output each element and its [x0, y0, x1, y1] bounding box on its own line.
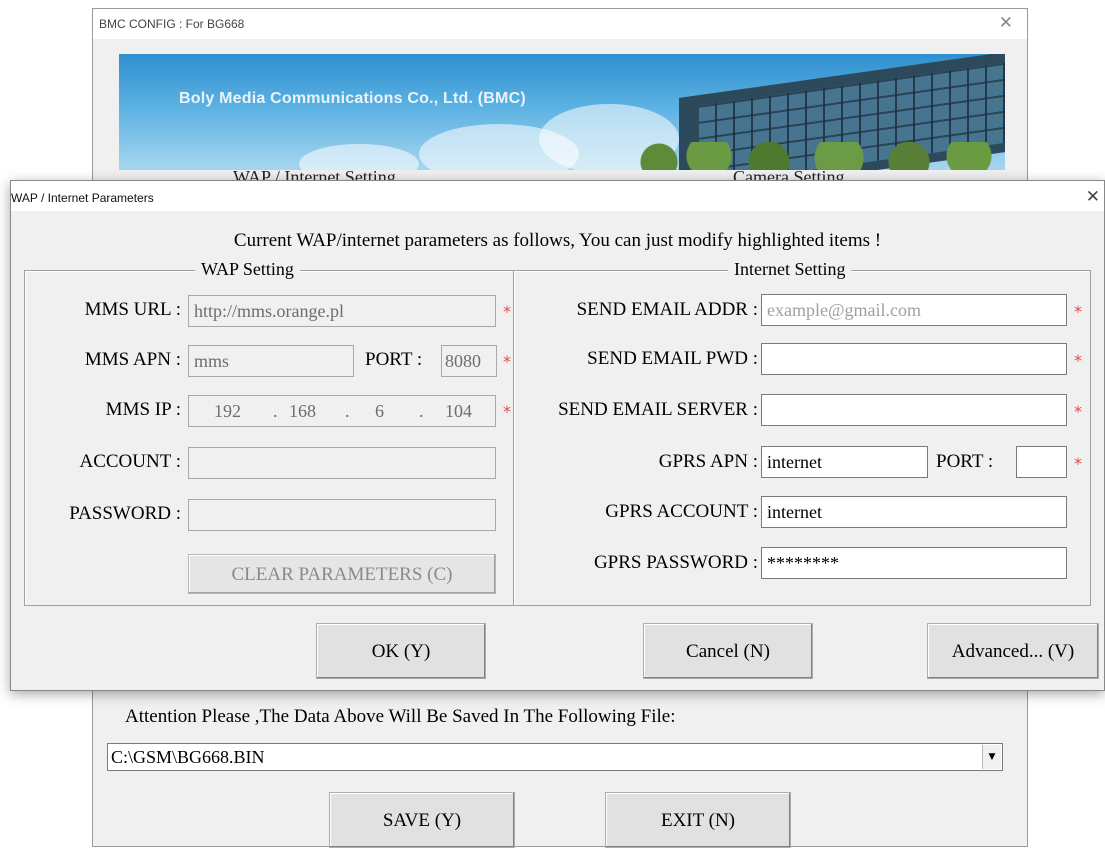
account-field[interactable] [188, 447, 496, 479]
mms-port-label: PORT : [365, 349, 423, 370]
required-marker: * [503, 402, 511, 421]
ip-octet-4: 104 [445, 401, 472, 421]
send-email-addr-input[interactable]: example@gmail.com [761, 294, 1067, 326]
send-email-addr-placeholder: example@gmail.com [767, 300, 922, 320]
gprs-password-label: GPRS PASSWORD : [593, 552, 758, 573]
mms-url-label: MMS URL : [84, 299, 181, 320]
gprs-port-input[interactable] [1016, 446, 1067, 478]
banner-company-name: Boly Media Communications Co., Ltd. (BMC… [179, 90, 526, 107]
mms-ip-label: MMS IP : [105, 399, 181, 420]
gprs-account-label: GPRS ACCOUNT : [605, 501, 758, 522]
ip-octet-2: 168 [289, 401, 316, 421]
internet-setting-legend: Internet Setting [728, 259, 852, 280]
mms-apn-field[interactable]: mms [188, 345, 354, 377]
mms-url-field[interactable]: http://mms.orange.pl [188, 295, 496, 327]
ip-separator: . [419, 401, 424, 421]
dialog-instruction: Current WAP/internet parameters as follo… [233, 230, 882, 251]
close-icon[interactable]: ✕ [1086, 187, 1100, 207]
dialog-title: WAP / Internet Parameters [11, 191, 154, 205]
mms-apn-label: MMS APN : [84, 349, 181, 370]
wap-setting-legend: WAP Setting [195, 259, 300, 280]
required-marker: * [503, 352, 511, 371]
ok-button[interactable]: OK (Y) [316, 623, 486, 679]
required-marker: * [1074, 454, 1082, 473]
main-titlebar: BMC CONFIG : For BG668 ✕ [93, 9, 1027, 39]
gprs-apn-input[interactable]: internet [761, 446, 928, 478]
required-marker: * [1074, 351, 1082, 370]
required-marker: * [1074, 402, 1082, 421]
account-label: ACCOUNT : [79, 451, 181, 472]
clear-parameters-button[interactable]: CLEAR PARAMETERS (C) [188, 554, 496, 594]
file-path-value: C:\GSM\BG668.BIN [111, 747, 265, 767]
mms-ip-field[interactable]: 192 . 168 . 6 . 104 [188, 395, 496, 427]
dropdown-arrow-icon[interactable]: ▼ [982, 745, 1001, 769]
attention-text: Attention Please ,The Data Above Will Be… [125, 706, 676, 727]
send-email-pwd-label: SEND EMAIL PWD : [587, 348, 758, 369]
internet-setting-group: Internet Setting SEND EMAIL ADDR : examp… [513, 259, 1091, 606]
gprs-port-label: PORT : [936, 451, 994, 472]
gprs-apn-label: GPRS APN : [658, 451, 758, 472]
ip-separator: . [345, 401, 350, 421]
password-label: PASSWORD : [69, 503, 181, 524]
gprs-password-input[interactable]: ******** [761, 547, 1067, 579]
required-marker: * [1074, 302, 1082, 321]
cancel-button[interactable]: Cancel (N) [643, 623, 813, 679]
wap-internet-dialog: WAP / Internet Parameters ✕ Current WAP/… [10, 180, 1105, 691]
save-button[interactable]: SAVE (Y) [329, 792, 515, 848]
gprs-account-input[interactable]: internet [761, 496, 1067, 528]
close-icon[interactable]: ✕ [999, 13, 1013, 33]
mms-port-field[interactable]: 8080 [441, 345, 497, 377]
wap-setting-group: WAP Setting MMS URL : http://mms.orange.… [24, 259, 514, 606]
ip-octet-1: 192 [214, 401, 241, 421]
main-window-title: BMC CONFIG : For BG668 [99, 17, 245, 31]
ip-separator: . [273, 401, 278, 421]
company-banner: Boly Media Communications Co., Ltd. (BMC… [119, 54, 1005, 170]
ip-octet-3: 6 [375, 401, 384, 421]
exit-button[interactable]: EXIT (N) [605, 792, 791, 848]
required-marker: * [503, 302, 511, 321]
password-field[interactable] [188, 499, 496, 531]
send-email-addr-label: SEND EMAIL ADDR : [576, 299, 758, 320]
dialog-titlebar: WAP / Internet Parameters ✕ [11, 181, 1104, 211]
send-email-pwd-input[interactable] [761, 343, 1067, 375]
send-email-server-input[interactable] [761, 394, 1067, 426]
send-email-server-label: SEND EMAIL SERVER : [558, 399, 758, 420]
advanced-button[interactable]: Advanced... (V) [927, 623, 1099, 679]
file-path-combo[interactable]: C:\GSM\BG668.BIN ▼ [107, 743, 1003, 771]
